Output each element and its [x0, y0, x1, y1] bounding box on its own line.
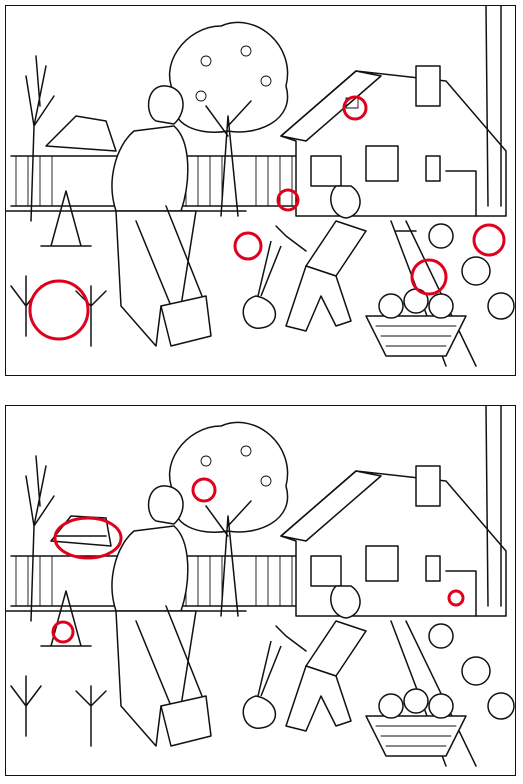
vegetable-basket [365, 688, 467, 757]
bottom-picture-panel [5, 405, 516, 776]
garden-scene-top [6, 6, 515, 367]
vegetable-basket [365, 288, 467, 357]
difference-marker[interactable] [28, 279, 90, 341]
beet [242, 640, 282, 729]
difference-marker[interactable] [191, 477, 217, 503]
house [280, 465, 507, 617]
left-plants [10, 275, 107, 347]
difference-marker[interactable] [276, 188, 300, 212]
bonfire [40, 590, 92, 647]
left-plants [10, 675, 107, 747]
top-picture-panel [5, 5, 516, 376]
difference-marker[interactable] [410, 258, 448, 296]
greenhouse [45, 115, 117, 152]
grandmother-with-shovel [111, 485, 212, 747]
beet [242, 240, 282, 329]
difference-marker[interactable] [53, 516, 123, 560]
difference-marker[interactable] [472, 223, 506, 257]
bonfire [40, 190, 92, 247]
grandmother-with-shovel [111, 85, 212, 347]
difference-marker[interactable] [51, 620, 75, 644]
difference-marker[interactable] [233, 231, 263, 261]
garden-scene-bottom [6, 406, 515, 767]
house [280, 65, 507, 217]
